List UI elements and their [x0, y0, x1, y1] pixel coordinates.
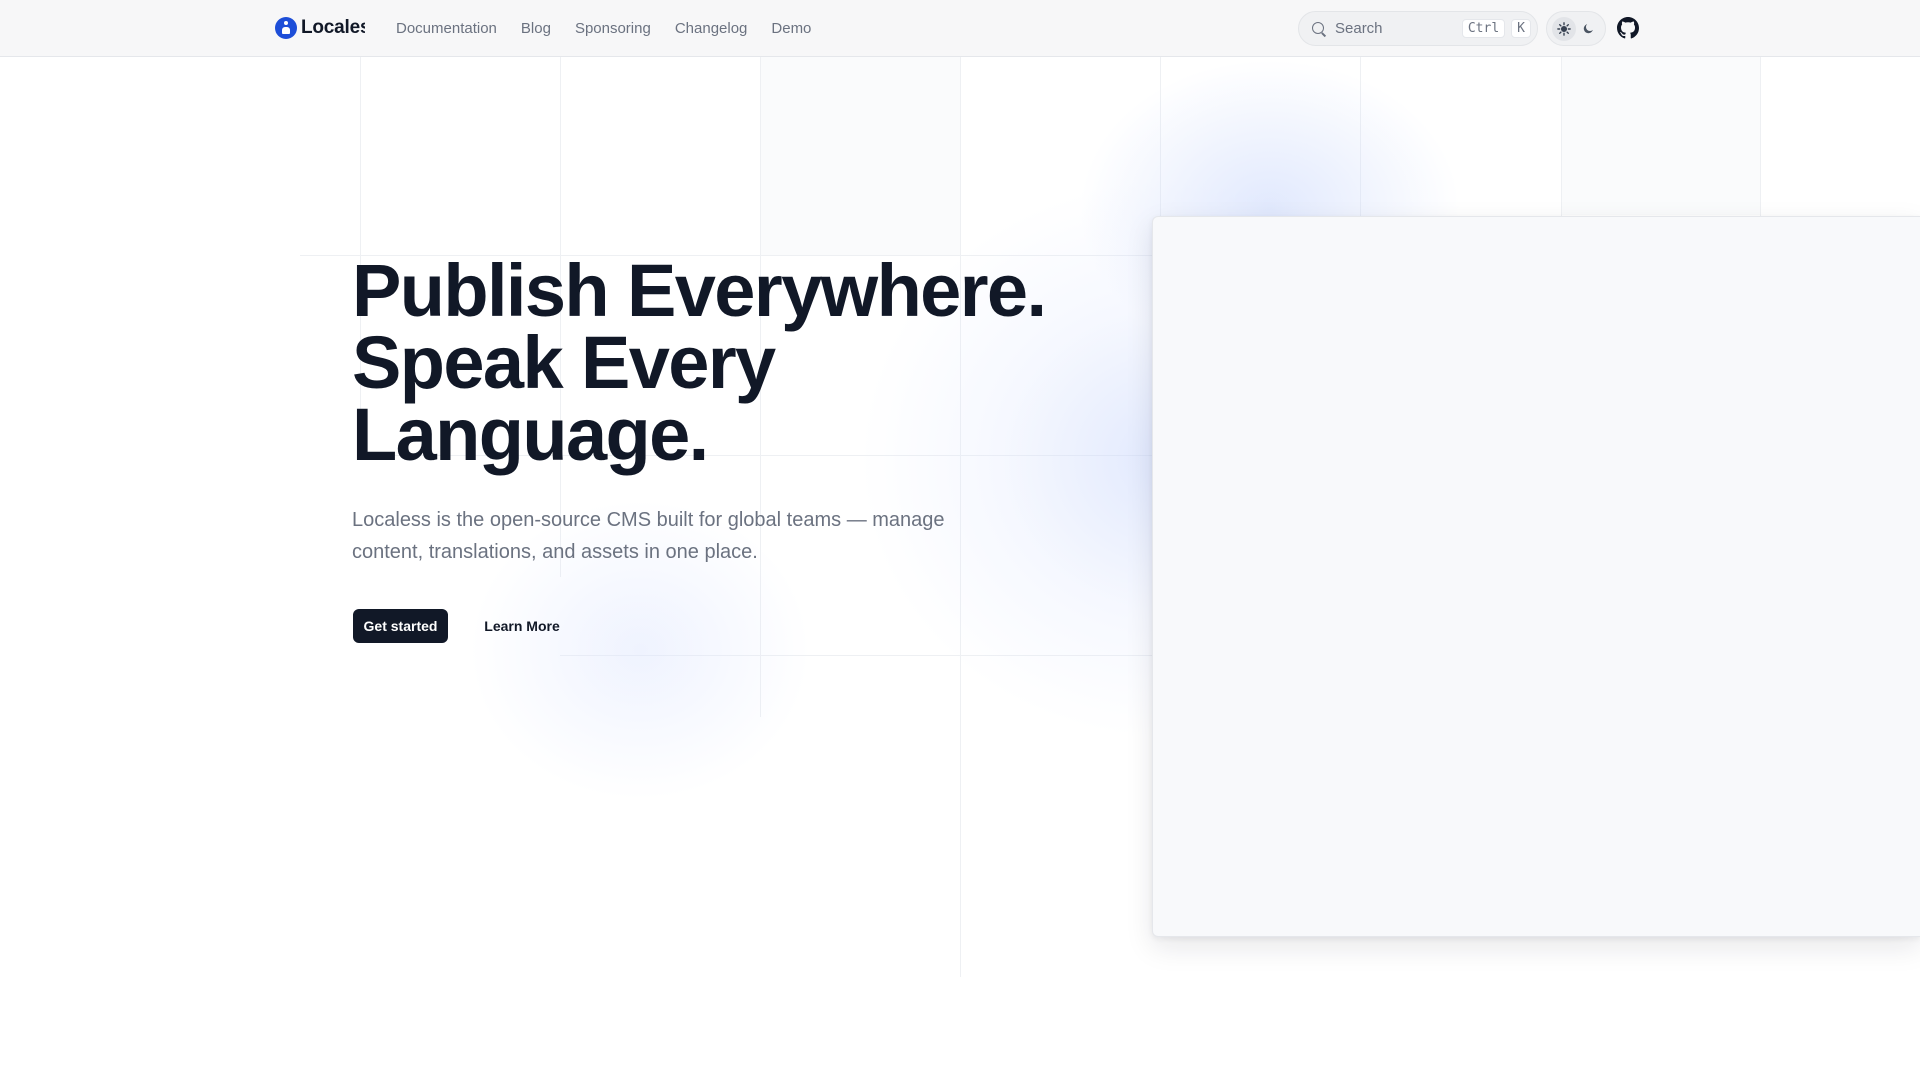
- hero-title: Publish Everywhere. Speak Every Language…: [352, 249, 1047, 476]
- theme-toggle: [1546, 11, 1606, 46]
- page: Localess Documentation Blog Sponsoring C…: [0, 0, 1920, 1080]
- search-icon: [1311, 21, 1327, 37]
- search-button[interactable]: Search Ctrl K: [1298, 11, 1538, 46]
- grid-line: [1160, 57, 1161, 217]
- shortcut-key-ctrl: Ctrl: [1461, 19, 1506, 38]
- shortcut-key-k: K: [1511, 19, 1531, 38]
- grid-cell: [1561, 57, 1760, 215]
- product-preview-panel: [1152, 216, 1920, 937]
- nav-link-blog[interactable]: Blog: [521, 20, 551, 37]
- hero-subtitle: Localess is the open-source CMS built fo…: [352, 509, 945, 563]
- grid-line: [1561, 57, 1562, 217]
- grid-cell: [760, 57, 960, 255]
- grid-line: [1760, 57, 1761, 217]
- get-started-button[interactable]: Get started: [353, 609, 448, 643]
- grid-line: [1360, 57, 1361, 217]
- github-icon[interactable]: [1617, 17, 1639, 39]
- brand-name: Localess: [301, 17, 365, 38]
- search-placeholder: Search: [1335, 20, 1383, 37]
- sun-icon[interactable]: [1551, 16, 1576, 41]
- primary-nav: Documentation Blog Sponsoring Changelog …: [396, 0, 835, 56]
- nav-link-demo[interactable]: Demo: [771, 20, 811, 37]
- nav-link-sponsoring[interactable]: Sponsoring: [575, 20, 651, 37]
- top-navigation-bar: Localess Documentation Blog Sponsoring C…: [0, 0, 1920, 57]
- nav-link-documentation[interactable]: Documentation: [396, 20, 497, 37]
- learn-more-button[interactable]: Learn More: [470, 609, 574, 643]
- grid-line: [560, 655, 1160, 656]
- logo-icon: [275, 17, 297, 39]
- moon-icon[interactable]: [1577, 17, 1601, 41]
- nav-link-changelog[interactable]: Changelog: [675, 20, 748, 37]
- brand-logo[interactable]: Localess: [275, 17, 365, 39]
